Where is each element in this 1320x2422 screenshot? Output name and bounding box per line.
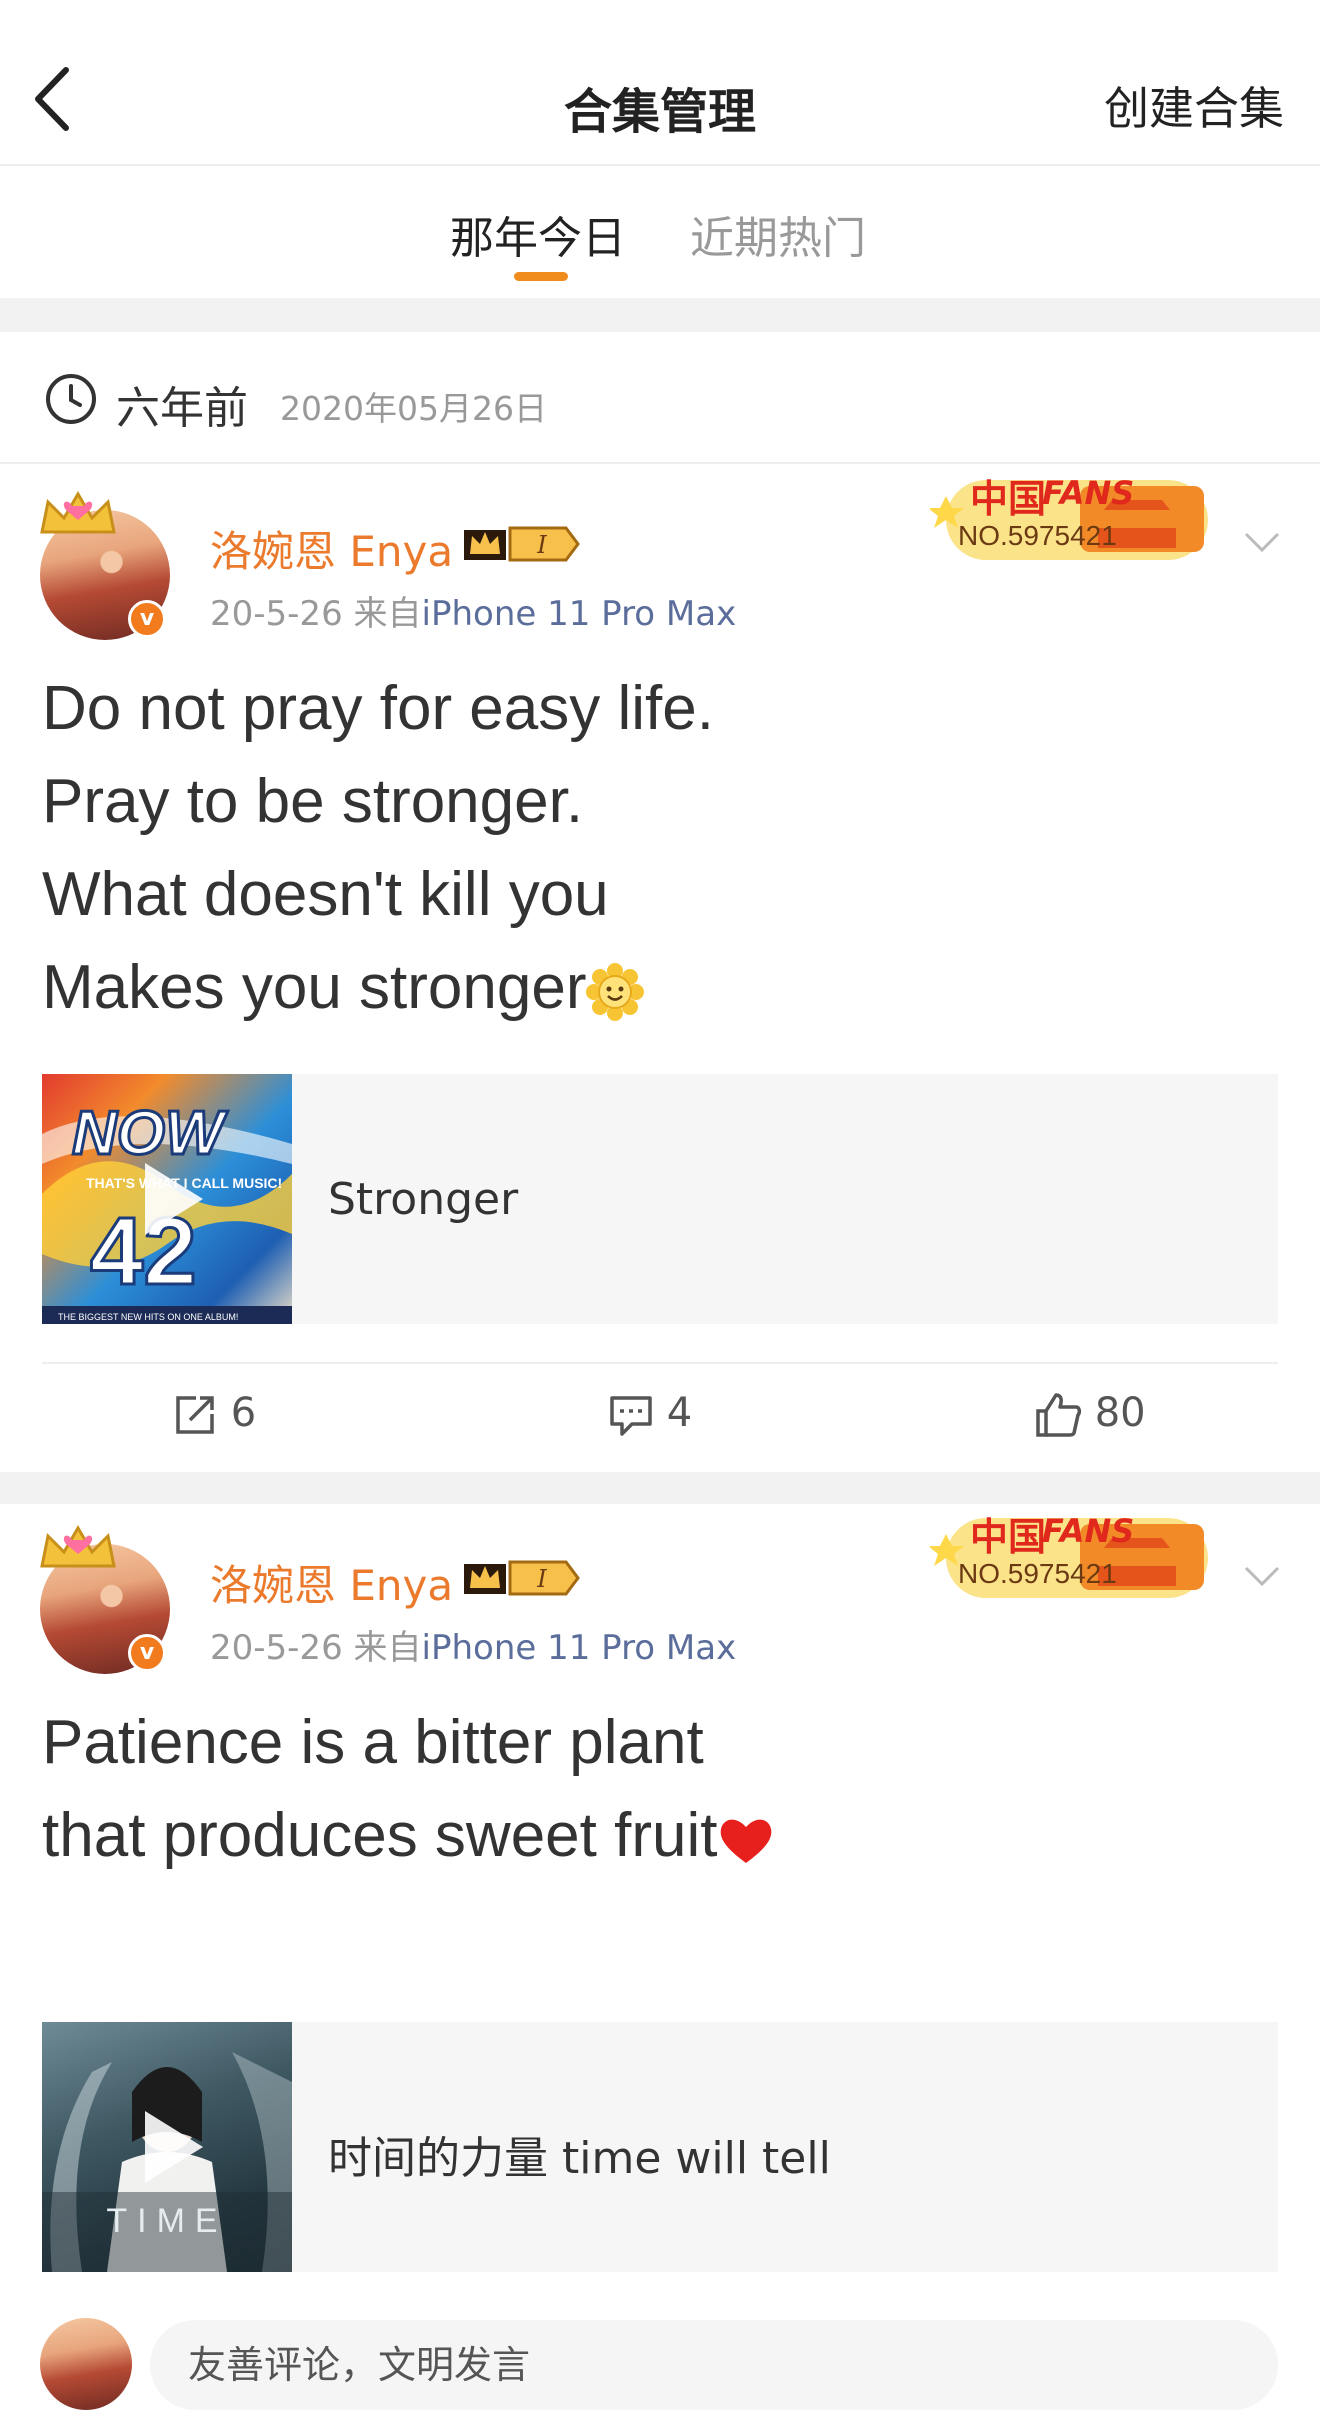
play-icon[interactable] [137, 1159, 207, 1239]
post-text-line: that produces sweet fruit [42, 1801, 718, 1870]
play-icon[interactable] [137, 2107, 207, 2187]
fans-badge-cn: 中国 [970, 1515, 1047, 1559]
music-card[interactable]: NOW THAT'S WHAT I CALL MUSIC! 42 THE BIG… [42, 1074, 1278, 1324]
comment-icon [610, 1396, 652, 1436]
vip-level-icon: I [464, 526, 580, 562]
source-prefix: 来自 [353, 594, 422, 634]
years-ago-label: 六年前 [116, 383, 248, 434]
comment-button[interactable]: 4 [608, 1390, 692, 1438]
source-prefix: 来自 [353, 1628, 422, 1668]
music-title: Stronger [328, 1174, 519, 1225]
comment-count: 4 [666, 1390, 693, 1436]
fans-number: NO.5975421 [958, 1558, 1117, 1589]
post-text-line: Patience is a bitter plant [42, 1708, 704, 1777]
username[interactable]: 洛婉恩 Enya [210, 518, 453, 579]
chevron-down-icon[interactable] [1242, 530, 1282, 556]
tab-on-this-day[interactable]: 那年今日 [450, 202, 626, 266]
repost-icon [176, 1396, 214, 1434]
like-count: 80 [1094, 1390, 1146, 1436]
device-name[interactable]: iPhone 11 Pro Max [422, 594, 737, 634]
like-button[interactable]: 80 [1034, 1390, 1146, 1439]
fans-number: NO.5975421 [958, 520, 1117, 551]
active-tab-indicator [514, 272, 568, 281]
post-date: 2020年05月26日 [280, 389, 547, 428]
crown-icon [40, 491, 116, 534]
post-actions: 6 4 80 [42, 1362, 1278, 1472]
post-meta: 20-5-26 来自iPhone 11 Pro Max [210, 586, 736, 635]
verified-badge-icon: v [128, 600, 166, 638]
date-header: 六年前 2020年05月26日 [0, 332, 1320, 464]
crown-icon [40, 1525, 116, 1568]
fans-badge: 中国 FANS NO.5975421 [928, 1504, 1230, 1614]
thumbs-up-icon [1036, 1393, 1082, 1437]
album-cover-title: NOW [72, 1099, 228, 1168]
post-text: Do not pray for easy life. Pray to be st… [42, 662, 714, 1034]
post-time: 20-5-26 [210, 594, 343, 634]
tab-recent-hot[interactable]: 近期热门 [690, 202, 866, 266]
comment-input[interactable]: 友善评论，文明发言 [150, 2320, 1278, 2410]
album-cover-title: TIME [106, 2202, 227, 2240]
fans-badge-en: FANS [1042, 474, 1135, 512]
post-text: Patience is a bitter plant that produces… [42, 1696, 775, 1882]
post-card[interactable]: v 洛婉恩 Enya I 20-5-26 来自iPhone 11 Pro Max… [0, 1504, 1320, 2300]
album-cover: NOW THAT'S WHAT I CALL MUSIC! 42 THE BIG… [42, 1074, 292, 1324]
post-text-line: Makes you stronger [42, 953, 587, 1022]
album-cover-footer: THE BIGGEST NEW HITS ON ONE ALBUM! [58, 1312, 238, 1322]
chevron-down-icon[interactable] [1242, 1564, 1282, 1590]
create-collection-button[interactable]: 创建合集 [1104, 72, 1284, 137]
fans-badge-en: FANS [1042, 1512, 1135, 1550]
comment-bar: 友善评论，文明发言 [0, 2300, 1320, 2422]
post-card[interactable]: v 洛婉恩 Enya I 20-5-26 来自iPhone 11 Pro Max… [0, 466, 1320, 1472]
vip-level-icon: I [464, 1560, 580, 1596]
device-name[interactable]: iPhone 11 Pro Max [422, 1628, 737, 1668]
post-time: 20-5-26 [210, 1628, 343, 1668]
verified-badge-icon: v [128, 1634, 166, 1672]
sunflower-smile-icon [586, 962, 645, 1021]
fans-badge: 中国 FANS NO.5975421 [928, 466, 1230, 576]
post-text-line: What doesn't kill you [42, 860, 609, 929]
post-text-line: Pray to be stronger. [42, 767, 584, 836]
music-title: 时间的力量 time will tell [328, 2133, 831, 2184]
fans-badge-cn: 中国 [970, 477, 1047, 521]
repost-count: 6 [230, 1390, 257, 1436]
username[interactable]: 洛婉恩 Enya [210, 1552, 453, 1613]
album-cover: TIME [42, 2022, 292, 2272]
vip-level-text: I [536, 1565, 547, 1593]
post-text-line: Do not pray for easy life. [42, 674, 714, 743]
vip-level-text: I [536, 531, 547, 559]
section-divider [0, 1472, 1320, 1504]
post-meta: 20-5-26 来自iPhone 11 Pro Max [210, 1620, 736, 1669]
nav-header: 合集管理 创建合集 [0, 0, 1320, 166]
clock-icon [46, 374, 96, 424]
music-card[interactable]: TIME 时间的力量 time will tell [42, 2022, 1278, 2272]
avatar [40, 2318, 132, 2410]
repost-button[interactable]: 6 [172, 1390, 256, 1438]
tab-bar: 那年今日 近期热门 [0, 168, 1320, 298]
section-divider [0, 298, 1320, 332]
red-heart-icon [721, 1819, 772, 1863]
